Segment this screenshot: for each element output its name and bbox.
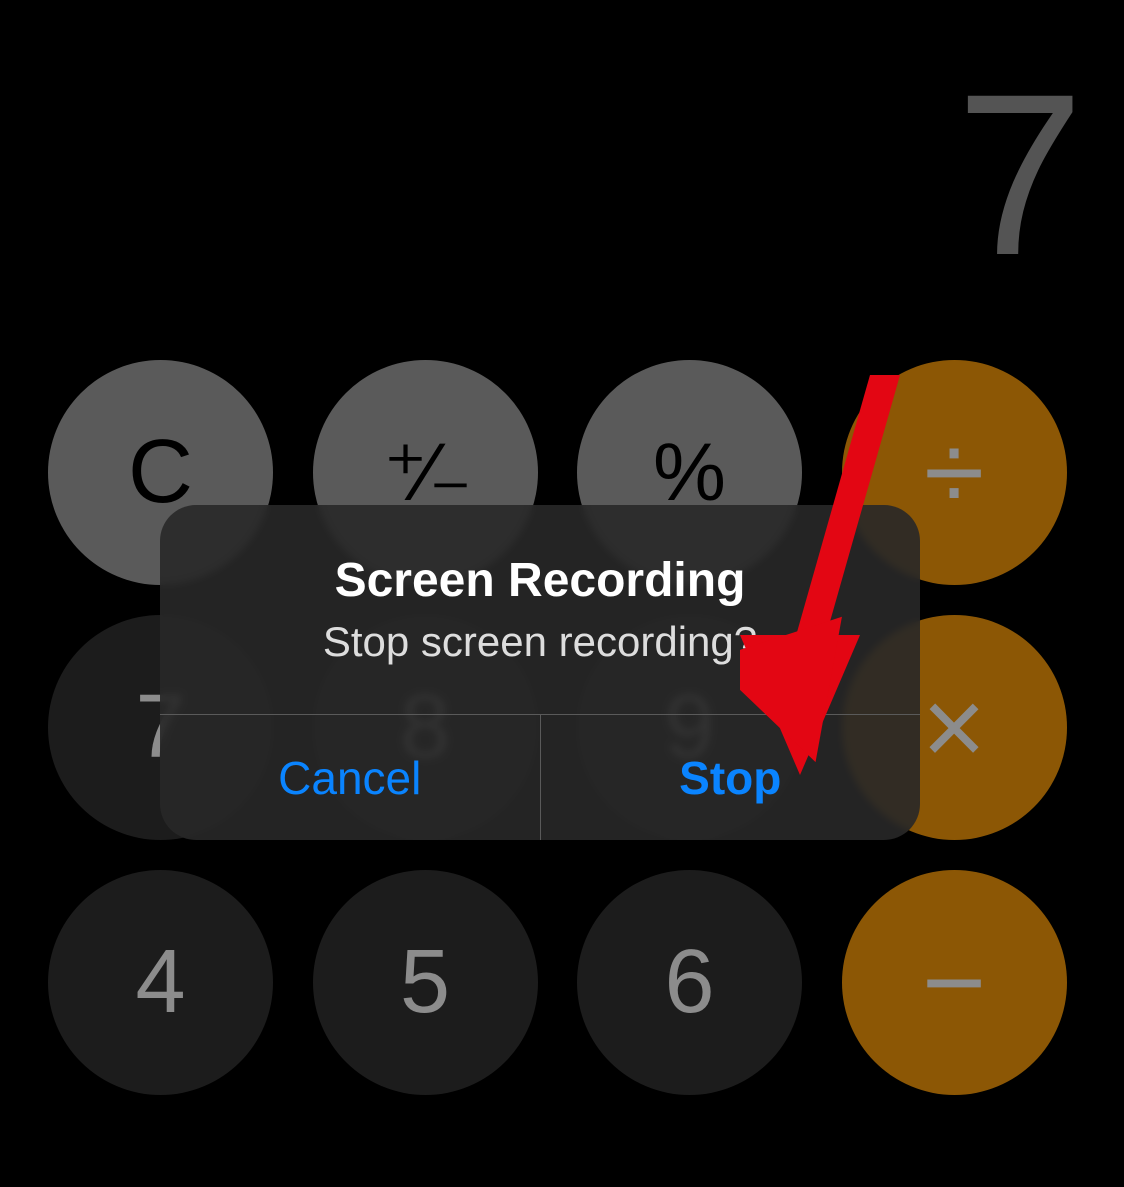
cancel-button[interactable]: Cancel [160,715,540,840]
stop-button[interactable]: Stop [541,715,921,840]
screen-recording-alert: Screen Recording Stop screen recording? … [160,505,920,840]
alert-buttons: Cancel Stop [160,715,920,840]
alert-body: Screen Recording Stop screen recording? [160,505,920,714]
alert-message: Stop screen recording? [190,618,890,666]
alert-title: Screen Recording [190,553,890,608]
